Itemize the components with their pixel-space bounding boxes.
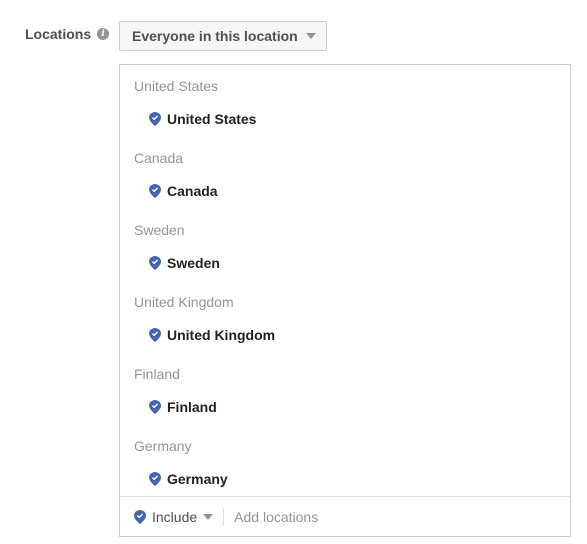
location-group: Canada Canada [120, 150, 570, 222]
locations-label: Locations [25, 26, 92, 42]
location-pin-icon [149, 400, 161, 414]
divider [223, 507, 225, 526]
location-group-header: United Kingdom [134, 294, 234, 310]
chevron-down-icon [305, 33, 316, 39]
location-group-header: United States [134, 78, 219, 94]
location-pin-icon [149, 328, 161, 342]
location-item-label: Germany [167, 471, 228, 487]
include-dropdown[interactable]: Include [120, 509, 223, 525]
location-item-label: United Kingdom [167, 327, 276, 343]
add-locations-input[interactable] [234, 508, 535, 525]
location-group-header: Finland [134, 366, 180, 382]
chevron-down-icon [203, 513, 214, 520]
location-group: Finland Finland [120, 366, 570, 438]
locations-panel: United States United States Canada Canad… [119, 64, 571, 537]
location-item-label: Canada [167, 183, 218, 199]
locations-list: United States United States Canada Canad… [120, 65, 570, 510]
location-group-header: Canada [134, 150, 184, 166]
location-item-label: Finland [167, 399, 217, 415]
location-group: Sweden Sweden [120, 222, 570, 294]
location-item[interactable]: United States [120, 111, 570, 127]
audience-dropdown-label: Everyone in this location [132, 28, 298, 44]
include-label: Include [152, 508, 198, 525]
location-item[interactable]: United Kingdom [120, 327, 570, 343]
audience-dropdown[interactable]: Everyone in this location [119, 21, 327, 51]
location-pin-icon [149, 112, 161, 126]
location-pin-icon [149, 472, 161, 486]
locations-footer: Include [120, 496, 570, 536]
location-pin-icon [149, 184, 161, 198]
location-group: United Kingdom United Kingdom [120, 294, 570, 366]
location-item[interactable]: Canada [120, 183, 570, 199]
location-item-label: United States [167, 111, 257, 127]
location-group: United States United States [120, 78, 570, 150]
location-group-header: Sweden [134, 222, 185, 238]
location-group-header: Germany [134, 438, 192, 454]
location-item[interactable]: Sweden [120, 255, 570, 271]
location-item[interactable]: Germany [120, 471, 570, 487]
location-item-label: Sweden [167, 255, 220, 271]
locations-field-label: Locations i [25, 26, 110, 42]
info-icon[interactable]: i [97, 28, 110, 40]
location-pin-icon [149, 256, 161, 270]
location-item[interactable]: Finland [120, 399, 570, 415]
location-pin-icon [134, 509, 146, 524]
